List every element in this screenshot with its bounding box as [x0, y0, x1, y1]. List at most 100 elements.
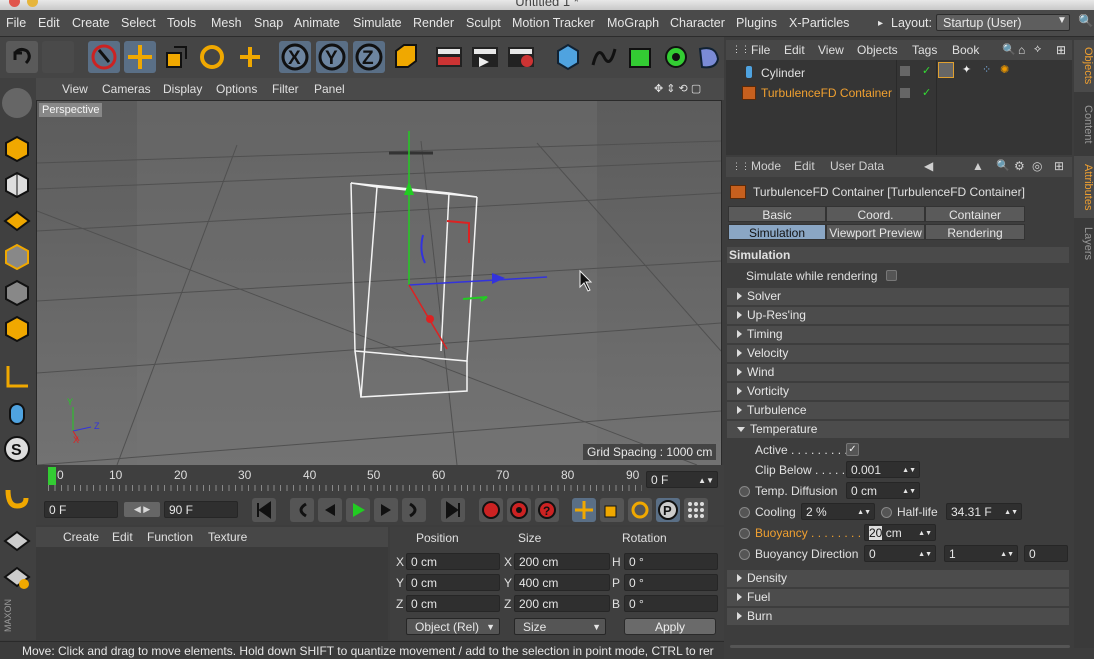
end-frame-field[interactable]: 90 F	[164, 501, 238, 518]
menu-motion-tracker[interactable]: Motion Tracker	[512, 16, 595, 30]
autokeying-button[interactable]	[507, 498, 531, 522]
axis-mode-icon[interactable]	[2, 362, 32, 392]
size-x-field[interactable]: 200 cm	[514, 553, 610, 570]
rotation-h-field[interactable]: 0 °	[624, 553, 718, 570]
undo-icon[interactable]	[6, 41, 38, 73]
viewport-menu-panel[interactable]: Panel	[314, 82, 345, 96]
record-point-level-button[interactable]	[684, 498, 708, 522]
material-list[interactable]	[36, 547, 388, 640]
play-button[interactable]	[346, 498, 370, 522]
cube-icon[interactable]	[552, 41, 584, 73]
make-editable-icon[interactable]	[2, 88, 32, 118]
size-y-field[interactable]: 400 cm	[514, 574, 610, 591]
viewport-menu-display[interactable]: Display	[163, 82, 202, 96]
animate-parameter-radio[interactable]	[739, 507, 750, 518]
render-picture-viewer-icon[interactable]	[469, 41, 501, 73]
material-menu-edit[interactable]: Edit	[112, 530, 133, 544]
half-life-field[interactable]: 34.31 F ▲▼	[946, 503, 1022, 520]
record-parameter-button[interactable]: P	[656, 498, 680, 522]
menu-edit[interactable]: Edit	[38, 16, 60, 30]
rotation-b-field[interactable]: 0 °	[624, 595, 718, 612]
menu-select[interactable]: Select	[121, 16, 156, 30]
live-selection-icon[interactable]	[88, 41, 120, 73]
material-menu-function[interactable]: Function	[147, 530, 193, 544]
menu-render[interactable]: Render	[413, 16, 454, 30]
record-scale-button[interactable]	[600, 498, 624, 522]
lock-icon[interactable]: ⚙	[1014, 159, 1025, 173]
buoyancy-direction-z-field[interactable]: 0	[1024, 545, 1068, 562]
timeline-playhead[interactable]	[48, 467, 56, 485]
edges-mode-icon[interactable]	[2, 278, 32, 308]
objects-menu-objects[interactable]: Objects	[857, 43, 898, 57]
new-panel-icon[interactable]: ⊞	[1056, 43, 1066, 57]
keyframe-selection-button[interactable]: ?	[535, 498, 559, 522]
viewport-navigation-icon[interactable]: ✥ ⇕ ⟲ ▢	[654, 82, 701, 95]
rotate-icon[interactable]	[196, 41, 228, 73]
position-z-field[interactable]: 0 cm	[406, 595, 500, 612]
layout-select[interactable]: Startup (User) ▼	[936, 14, 1070, 31]
previous-frame-button[interactable]	[318, 498, 342, 522]
group-fuel[interactable]: Fuel	[727, 589, 1069, 606]
tweak-mode-icon[interactable]	[2, 398, 32, 428]
menu-character[interactable]: Character	[670, 16, 725, 30]
objects-menu-tags[interactable]: Tags	[912, 43, 937, 57]
group-vorticity[interactable]: Vorticity	[727, 383, 1069, 400]
polygons-mode-icon[interactable]	[2, 314, 32, 344]
menu-simulate[interactable]: Simulate	[353, 16, 402, 30]
animate-parameter-radio[interactable]	[739, 528, 750, 539]
tab-container[interactable]: Container	[925, 206, 1025, 222]
buoyancy-direction-y-field[interactable]: 1 ▲▼	[944, 545, 1018, 562]
group-timing[interactable]: Timing	[727, 326, 1069, 343]
timeline[interactable]: 0 10 20 30 40 50 60 70 80 90 0 F ▲▼	[36, 465, 724, 495]
objects-menu-book[interactable]: Book	[952, 43, 979, 57]
group-burn[interactable]: Burn	[727, 608, 1069, 625]
layer-swatch[interactable]	[900, 88, 910, 98]
rotation-p-field[interactable]: 0 °	[624, 574, 718, 591]
record-active-objects-button[interactable]	[479, 498, 503, 522]
objects-menu-file[interactable]: File	[751, 43, 770, 57]
cooling-field[interactable]: 2 % ▲▼	[801, 503, 875, 520]
search-icon[interactable]: 🔍	[1002, 43, 1016, 56]
objects-menu-edit[interactable]: Edit	[784, 43, 805, 57]
record-rotation-button[interactable]	[628, 498, 652, 522]
menu-sculpt[interactable]: Sculpt	[466, 16, 501, 30]
apply-button[interactable]: Apply	[624, 618, 716, 635]
link-icon[interactable]: ⟡	[1034, 43, 1041, 56]
coordinate-mode-select[interactable]: Object (Rel) ▼	[406, 618, 500, 635]
xpresso-grid-2-icon[interactable]	[2, 562, 32, 592]
next-key-button[interactable]	[402, 498, 426, 522]
menu-snap[interactable]: Snap	[254, 16, 283, 30]
start-frame-field[interactable]: 0 F	[44, 501, 118, 518]
y-axis-icon[interactable]: Y	[316, 41, 348, 73]
viewport-menu-filter[interactable]: Filter	[272, 82, 299, 96]
move-icon[interactable]	[124, 41, 156, 73]
spline-icon[interactable]	[588, 41, 620, 73]
previous-key-button[interactable]	[290, 498, 314, 522]
material-menu-create[interactable]: Create	[63, 530, 99, 544]
animate-parameter-radio[interactable]	[739, 549, 750, 560]
tab-viewport-preview[interactable]: Viewport Preview	[826, 224, 925, 240]
size-mode-select[interactable]: Size ▼	[514, 618, 606, 635]
new-panel-icon[interactable]: ⊞	[1054, 159, 1064, 173]
simulate-while-rendering-checkbox[interactable]	[886, 270, 897, 281]
redo-icon[interactable]	[42, 41, 74, 73]
group-density[interactable]: Density	[727, 570, 1069, 587]
frame-range-slider[interactable]: ◀ ▶	[124, 502, 160, 517]
up-arrow-icon[interactable]: ▲	[972, 159, 984, 173]
record-position-button[interactable]	[572, 498, 596, 522]
side-tab-layers[interactable]: Layers	[1074, 222, 1094, 266]
menu-overflow-icon[interactable]: ▸	[878, 18, 883, 29]
buoyancy-field[interactable]: 20 cm ▲▼	[864, 524, 936, 541]
back-arrow-icon[interactable]: ◀	[924, 159, 933, 173]
target-icon[interactable]: ◎	[1032, 159, 1042, 173]
nurbs-icon[interactable]	[624, 41, 656, 73]
object-row-turbulencefd-container[interactable]: TurbulenceFD Container	[726, 84, 1072, 102]
tab-simulation[interactable]: Simulation	[728, 224, 826, 240]
z-axis-icon[interactable]: Z	[353, 41, 385, 73]
group-up-resing[interactable]: Up-Res'ing	[727, 307, 1069, 324]
active-checkbox[interactable]: ✓	[846, 443, 859, 456]
model-mode-icon[interactable]	[2, 134, 32, 164]
objects-menu-view[interactable]: View	[818, 43, 844, 57]
menu-mograph[interactable]: MoGraph	[607, 16, 659, 30]
texture-mode-icon[interactable]	[2, 170, 32, 200]
